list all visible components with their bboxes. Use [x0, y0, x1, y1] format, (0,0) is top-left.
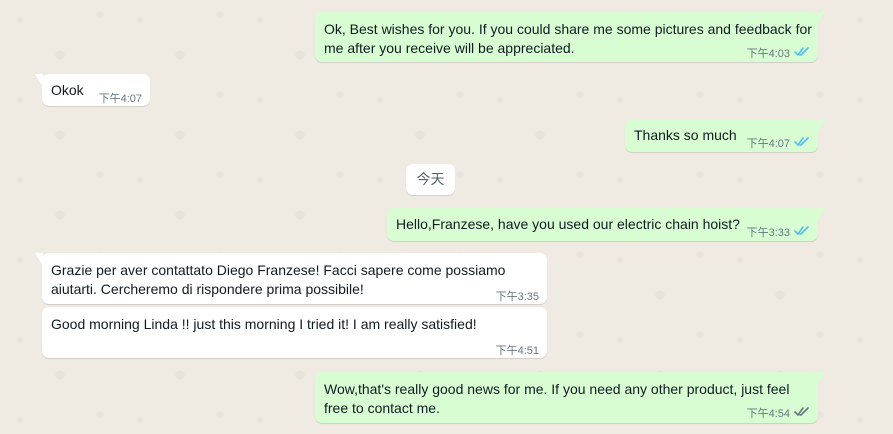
message-timestamp: 下午4:54 — [746, 408, 790, 420]
message-timestamp: 下午3:33 — [746, 227, 790, 239]
message-bubble-outgoing[interactable]: Ok, Best wishes for you. If you could sh… — [315, 12, 825, 62]
bubble-tail — [35, 74, 43, 87]
bubble-tail — [817, 372, 825, 385]
message-bubble-outgoing[interactable]: Wow,that's really good news for me. If y… — [315, 372, 825, 423]
message-timestamp: 下午4:07 — [746, 138, 790, 150]
message-text: Grazie per aver contattato Diego Franzes… — [51, 262, 506, 297]
message-bubble-outgoing[interactable]: Thanks so much 下午4:07 — [625, 120, 825, 152]
bubble-tail — [35, 253, 43, 266]
message-text: Thanks so much — [634, 127, 737, 143]
bubble-tail — [817, 120, 825, 133]
message-text: Good morning Linda !! just this morning … — [51, 316, 477, 332]
message-bubble-incoming[interactable]: Okok 下午4:07 — [35, 74, 150, 106]
message-text: Ok, Best wishes for you. If you could sh… — [324, 21, 812, 56]
message-bubble-outgoing[interactable]: Hello,Franzese, have you used our electr… — [387, 208, 825, 241]
message-text: Wow,that's really good news for me. If y… — [324, 381, 790, 416]
double-check-icon — [794, 407, 809, 416]
message-timestamp: 下午4:07 — [98, 93, 142, 105]
message-timestamp: 下午4:51 — [495, 345, 539, 357]
message-text: Okok — [51, 82, 84, 98]
double-check-icon — [794, 47, 809, 56]
message-timestamp: 下午3:35 — [495, 291, 539, 303]
message-bubble-incoming[interactable]: Good morning Linda !! just this morning … — [42, 307, 547, 358]
double-check-icon — [794, 226, 809, 235]
message-bubble-incoming[interactable]: Grazie per aver contattato Diego Franzes… — [35, 253, 547, 304]
message-timestamp: 下午4:03 — [746, 48, 790, 60]
bubble-tail — [817, 12, 825, 25]
message-text: Hello,Franzese, have you used our electr… — [396, 216, 740, 232]
date-divider: 今天 — [406, 164, 455, 195]
bubble-tail — [817, 208, 825, 221]
double-check-icon — [794, 137, 809, 146]
